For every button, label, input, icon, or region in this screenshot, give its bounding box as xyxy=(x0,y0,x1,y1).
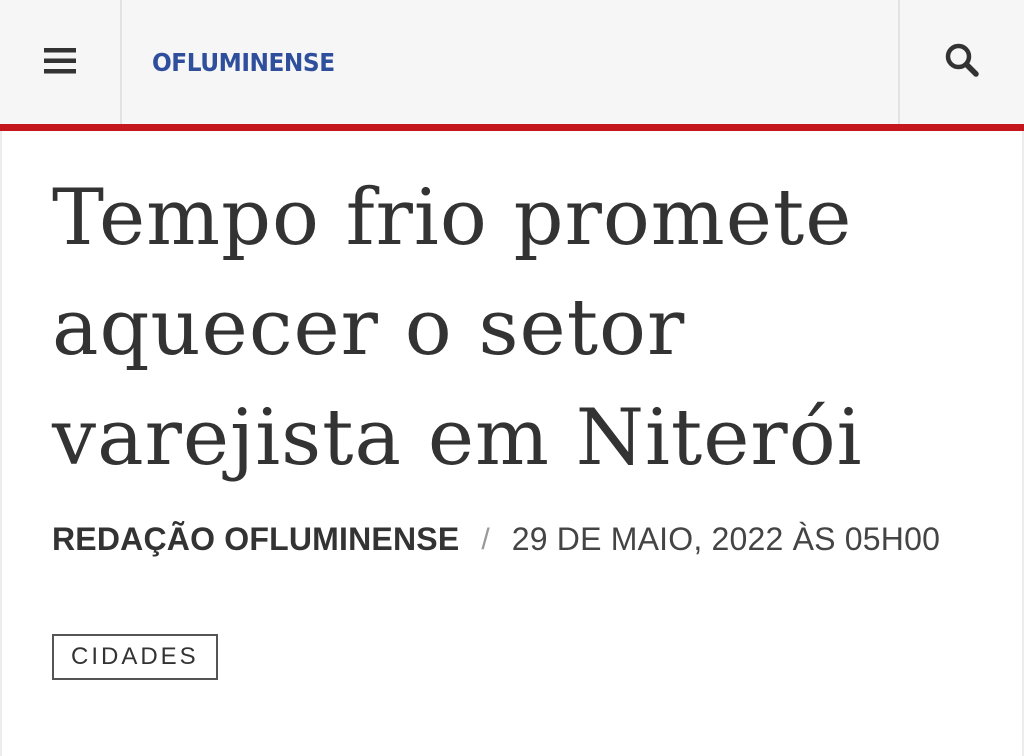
article-main: Tempo frio promete aquecer o setor varej… xyxy=(0,131,1024,756)
article-byline: REDAÇÃO OFLUMINENSE / 29 DE MAIO, 2022 À… xyxy=(52,521,940,558)
search-icon xyxy=(945,43,979,82)
article-headline: Tempo frio promete aquecer o setor varej… xyxy=(52,173,863,483)
logo-text: OFLUMINENSE xyxy=(152,47,335,77)
byline-separator: / xyxy=(481,522,490,556)
article-date: 29 DE MAIO, 2022 ÀS 05H00 xyxy=(511,521,941,557)
category-tag[interactable]: CIDADES xyxy=(52,634,218,680)
category-tag-label: CIDADES xyxy=(71,643,199,670)
site-logo[interactable]: OFLUMINENSE xyxy=(152,44,335,80)
hamburger-menu-icon xyxy=(44,48,76,74)
article-author[interactable]: REDAÇÃO OFLUMINENSE xyxy=(52,521,459,558)
menu-button[interactable] xyxy=(0,0,122,124)
search-button[interactable] xyxy=(898,0,1024,124)
site-header: OFLUMINENSE xyxy=(0,0,1024,131)
